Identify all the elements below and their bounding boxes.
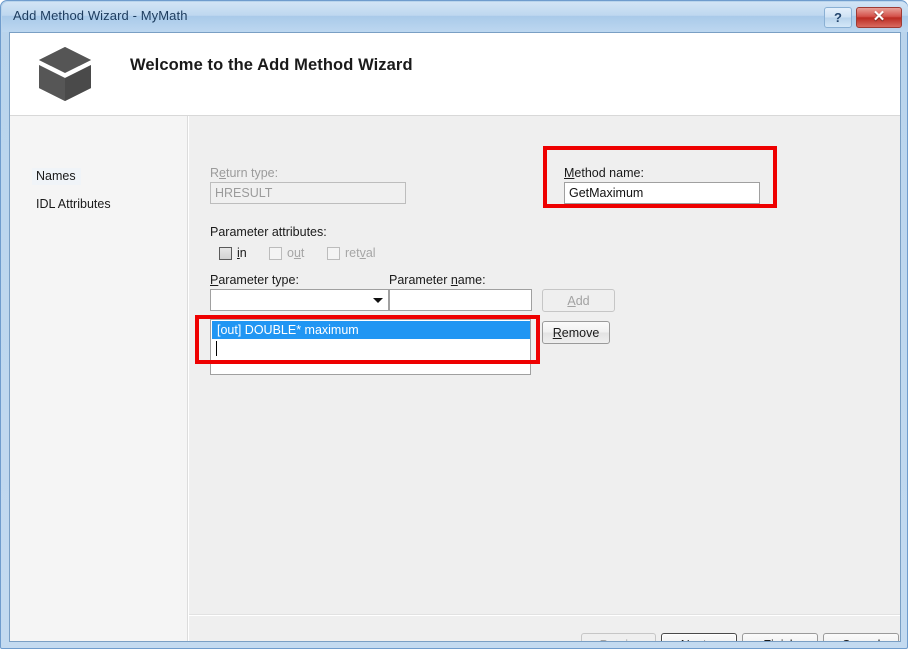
title-bar: Add Method Wizard - MyMath ? ✕ — [2, 2, 908, 32]
finish-button[interactable]: Finish — [742, 633, 818, 641]
next-button[interactable]: Next > — [661, 633, 737, 641]
sidebar-item-label: IDL Attributes — [36, 197, 111, 211]
checkbox-retval-label: retval — [345, 246, 376, 260]
return-type-input: HRESULT — [210, 182, 406, 204]
checkbox-out-box — [269, 246, 282, 260]
window-title: Add Method Wizard - MyMath — [13, 8, 188, 23]
wizard-header: Welcome to the Add Method Wizard — [10, 33, 900, 116]
checkbox-in-label: in — [237, 246, 247, 260]
footer-divider — [189, 615, 900, 616]
chevron-down-icon[interactable] — [369, 291, 387, 309]
method-name-label: Method name: — [564, 166, 644, 180]
sidebar-item-label: Names — [36, 169, 76, 183]
page-title: Welcome to the Add Method Wizard — [130, 56, 413, 74]
checkbox-in-box[interactable] — [219, 246, 232, 260]
sidebar-item-idl-attributes[interactable]: IDL Attributes — [32, 196, 116, 213]
close-icon: ✕ — [872, 8, 886, 25]
checkbox-retval-box — [327, 246, 340, 260]
cube-icon — [39, 47, 91, 101]
remove-button[interactable]: Remove — [542, 321, 610, 344]
checkbox-out: out — [269, 246, 304, 260]
checkbox-retval: retval — [327, 246, 376, 260]
wizard-sidebar: Names IDL Attributes — [10, 116, 188, 641]
question-mark-icon: ? — [834, 10, 842, 25]
text-caret — [216, 341, 217, 356]
list-item[interactable]: [out] DOUBLE* maximum — [212, 321, 530, 339]
help-button[interactable]: ? — [824, 7, 852, 28]
checkbox-in[interactable]: in — [219, 246, 247, 260]
cancel-button[interactable]: Cancel — [823, 633, 899, 641]
parameter-listbox[interactable]: [out] DOUBLE* maximum — [210, 319, 531, 375]
close-button[interactable]: ✕ — [856, 7, 902, 28]
window-frame: Add Method Wizard - MyMath ? ✕ Welcome t… — [0, 0, 908, 649]
parameter-type-combobox[interactable] — [210, 289, 389, 311]
client-area: Welcome to the Add Method Wizard Names I… — [9, 32, 901, 642]
parameter-name-label: Parameter name: — [389, 273, 486, 287]
return-type-label: Return type: — [210, 166, 279, 180]
method-name-input[interactable]: GetMaximum — [564, 182, 760, 204]
add-button: Add — [542, 289, 615, 312]
parameter-attributes-label: Parameter attributes: — [210, 225, 327, 239]
previous-button: < Previous — [581, 633, 656, 641]
parameter-type-label: Parameter type: — [210, 273, 299, 287]
checkbox-out-label: out — [287, 246, 305, 260]
parameter-name-input[interactable] — [389, 289, 532, 311]
wizard-main-pane: Return type: HRESULT Method name: GetMax… — [189, 116, 900, 641]
sidebar-item-names[interactable]: Names — [32, 168, 81, 185]
